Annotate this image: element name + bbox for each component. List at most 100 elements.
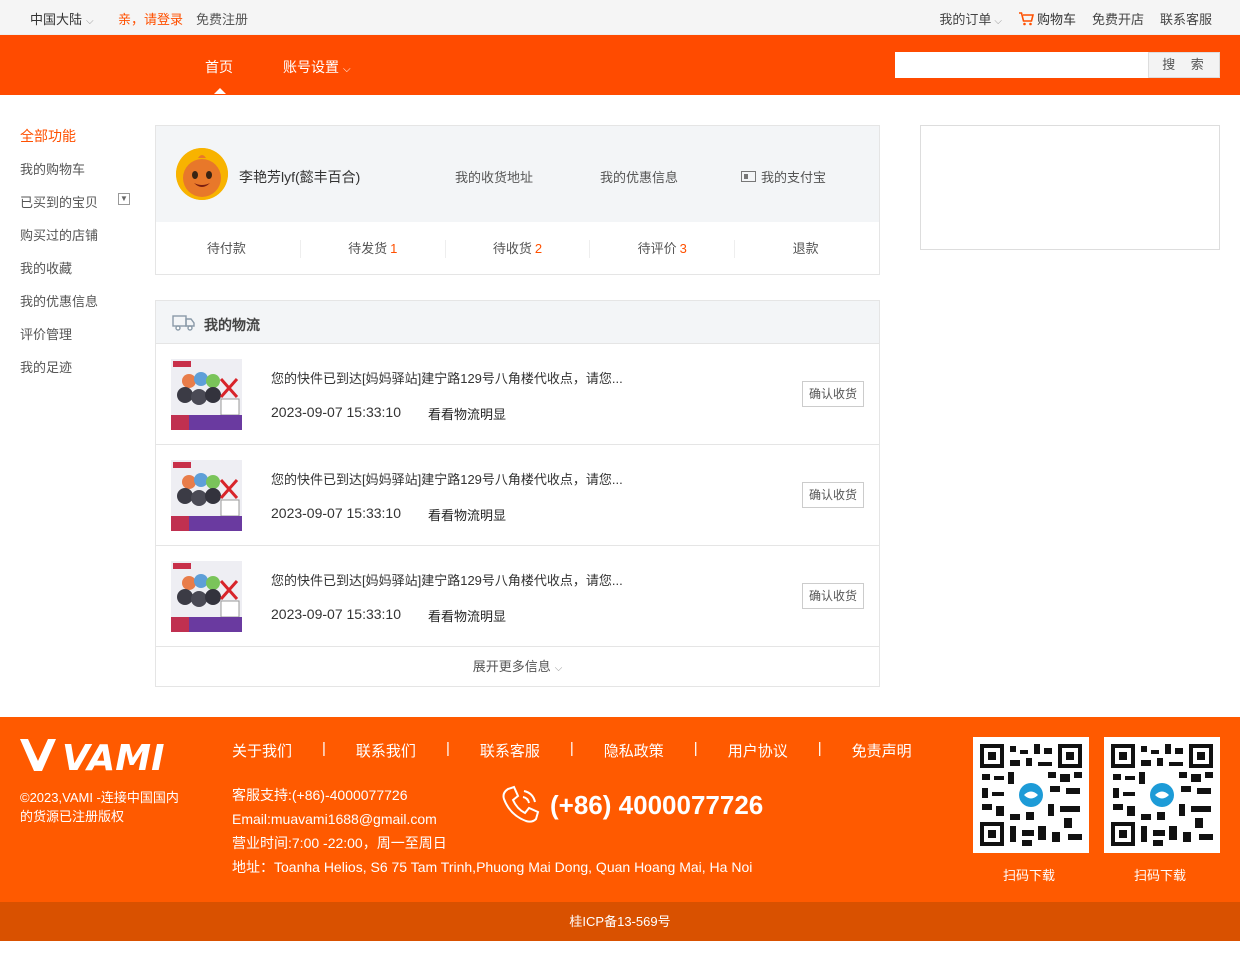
logistics-time: 2023-09-07 15:33:10 (271, 404, 401, 420)
address-link[interactable]: 我的收货地址 (455, 167, 533, 186)
order-status-label: 待发货 (348, 240, 388, 256)
search-button[interactable]: 搜 索 (1148, 52, 1220, 78)
divider: | (322, 740, 326, 757)
top-bar: 中国大陆 ⌵ 亲，请登录 免费注册 我的订单 ⌵ 购物车 免费开店 联系客服 (0, 0, 1240, 35)
main-nav: 首页 账号设置 ⌵ 搜 索 (0, 35, 1240, 95)
order-status-label: 待付款 (206, 240, 246, 256)
contact-service-link[interactable]: 联系客服 (1160, 9, 1212, 28)
product-image (171, 561, 242, 632)
track-link[interactable]: 看看物流明显 (428, 505, 506, 524)
sidebar-item-favorites[interactable]: 我的收藏 (20, 258, 98, 291)
chevron-down-icon: ⌵ (554, 663, 563, 674)
sidebar-item-label: 已买到的宝贝 (20, 195, 99, 210)
qr-code (973, 737, 1089, 853)
logistics-title: 我的物流 (204, 317, 260, 333)
side-panel (920, 125, 1220, 250)
logistics-time: 2023-09-07 15:33:10 (271, 505, 401, 521)
username: 李艳芳lyf(懿丰百合) (239, 169, 361, 185)
divider: | (693, 740, 698, 757)
nav-account-settings[interactable]: 账号设置 ⌵ (283, 57, 351, 77)
track-link[interactable]: 看看物流明显 (428, 606, 506, 625)
sidebar-item-reviews[interactable]: 评价管理 (20, 324, 98, 357)
footer-link-service[interactable]: 联系客服 (480, 740, 540, 761)
order-pending-shipment[interactable]: 待发货 1 (301, 239, 446, 258)
footer-link-disclaimer[interactable]: 免责声明 (852, 740, 912, 761)
my-orders-menu[interactable]: 我的订单 ⌵ (939, 9, 1002, 28)
qr-caption: 扫码下载 (1003, 868, 1056, 883)
confirm-receipt-button[interactable]: 确认收货 (802, 381, 864, 407)
show-more-label: 展开更多信息 (472, 659, 551, 674)
profile-header: 李艳芳lyf(懿丰百合) 我的收货地址 我的优惠信息 我的支付宝 (156, 126, 879, 222)
coupon-link[interactable]: 我的优惠信息 (600, 167, 678, 186)
region-selector[interactable]: 中国大陆 ⌵ (30, 9, 94, 28)
hotline: (+86) 4000077726 (498, 783, 763, 827)
track-link[interactable]: 看看物流明显 (428, 404, 506, 423)
sidebar-item-shops[interactable]: 购买过的店铺 (20, 225, 98, 258)
logistics-row: 您的快件已到达[妈妈驿站]建宁路129号八角楼代收点，请您... 2023-09… (156, 445, 879, 546)
sidebar-item-cart[interactable]: 我的购物车 (20, 159, 98, 192)
nav-home[interactable]: 首页 (205, 57, 233, 94)
icp-bar: 桂ICP备13-569号 (0, 902, 1240, 941)
confirm-receipt-button[interactable]: 确认收货 (802, 583, 864, 609)
dropdown-toggle-icon[interactable]: ▼ (118, 193, 130, 205)
register-link[interactable]: 免费注册 (196, 9, 248, 28)
address-text: 地址：Toanha Helios, S6 75 Tam Trinh,Phuong… (232, 859, 753, 875)
chevron-down-icon: ⌵ (343, 64, 351, 75)
svg-text:VAMI: VAMI (62, 738, 165, 773)
product-thumbnail[interactable] (171, 359, 242, 430)
login-link[interactable]: 亲，请登录 (118, 9, 183, 28)
show-more-button[interactable]: 展开更多信息 ⌵ (156, 647, 879, 687)
chevron-down-icon: ⌵ (994, 16, 1002, 27)
region-label: 中国大陆 (30, 12, 83, 27)
sidebar-item-all[interactable]: 全部功能 (20, 126, 98, 159)
order-pending-payment[interactable]: 待付款 (156, 239, 301, 258)
order-pending-receipt[interactable]: 待收货 2 (446, 239, 591, 258)
footer-link-terms[interactable]: 用户协议 (728, 740, 788, 761)
confirm-receipt-button[interactable]: 确认收货 (802, 482, 864, 508)
footer-link-about[interactable]: 关于我们 (232, 740, 292, 761)
hotline-number: (+86) 4000077726 (550, 789, 764, 820)
cart-link[interactable]: 购物车 (1018, 9, 1076, 28)
sidebar: 全部功能 我的购物车 已买到的宝贝 ▼ 购买过的店铺 我的收藏 我的优惠信息 评价… (20, 126, 130, 390)
cart-icon (1018, 11, 1034, 25)
order-count: 3 (679, 240, 687, 256)
search-input[interactable] (895, 52, 1148, 78)
order-count: 1 (390, 240, 398, 256)
vami-logo: VAMI (20, 737, 165, 779)
order-status-bar: 待付款 待发货 1 待收货 2 待评价 3 退款 (156, 222, 879, 275)
logistics-row: 您的快件已到达[妈妈驿站]建宁路129号八角楼代收点，请您... 2023-09… (156, 546, 879, 647)
icp-text: 桂ICP备13-569号 (569, 914, 671, 929)
footer-links: 关于我们 | 联系我们 | 联系客服 | 隐私政策 | 用户协议 | 免责声明 (232, 740, 912, 761)
order-pending-review[interactable]: 待评价 3 (590, 239, 736, 258)
product-thumbnail[interactable] (171, 561, 242, 632)
order-refund[interactable]: 退款 (735, 240, 879, 258)
footer-link-contact[interactable]: 联系我们 (356, 740, 416, 761)
nav-account-label: 账号设置 (283, 59, 339, 75)
avatar[interactable] (176, 148, 228, 200)
order-count: 2 (534, 240, 543, 256)
footer-link-privacy[interactable]: 隐私政策 (604, 740, 664, 761)
product-image (171, 460, 242, 531)
logistics-panel: 我的物流 您的快件已到达[妈妈驿站]建宁路129号八角楼代收点，请您... 20… (155, 300, 880, 687)
product-image (171, 359, 242, 430)
logistics-message: 您的快件已到达[妈妈驿站]建宁路129号八角楼代收点，请您... (271, 371, 623, 386)
sidebar-item-coupons[interactable]: 我的优惠信息 (20, 291, 98, 324)
qr-code-image (1109, 742, 1215, 848)
sidebar-item-history[interactable]: 我的足迹 (20, 357, 98, 390)
alipay-link[interactable]: 我的支付宝 (741, 167, 826, 186)
cart-label: 购物车 (1036, 12, 1076, 27)
divider: | (445, 740, 450, 757)
divider: | (569, 740, 574, 757)
logistics-header: 我的物流 (156, 301, 879, 344)
footer: VAMI ©2023,VAMI -连接中国国内的货源已注册版权 关于我们 | 联系… (0, 717, 1240, 902)
logistics-message: 您的快件已到达[妈妈驿站]建宁路129号八角楼代收点，请您... (271, 573, 623, 588)
sidebar-item-purchased[interactable]: 已买到的宝贝 ▼ (20, 192, 130, 225)
top-right-links: 我的订单 ⌵ 购物车 免费开店 联系客服 (939, 9, 1212, 28)
chevron-down-icon: ⌵ (86, 16, 94, 27)
open-shop-link[interactable]: 免费开店 (1092, 9, 1144, 28)
product-thumbnail[interactable] (171, 460, 242, 531)
logistics-time: 2023-09-07 15:33:10 (271, 606, 401, 622)
business-hours-text: 营业时间:7:00 -22:00，周一至周日 (232, 835, 447, 851)
card-icon (741, 171, 756, 182)
nav-home-label: 首页 (205, 59, 233, 75)
